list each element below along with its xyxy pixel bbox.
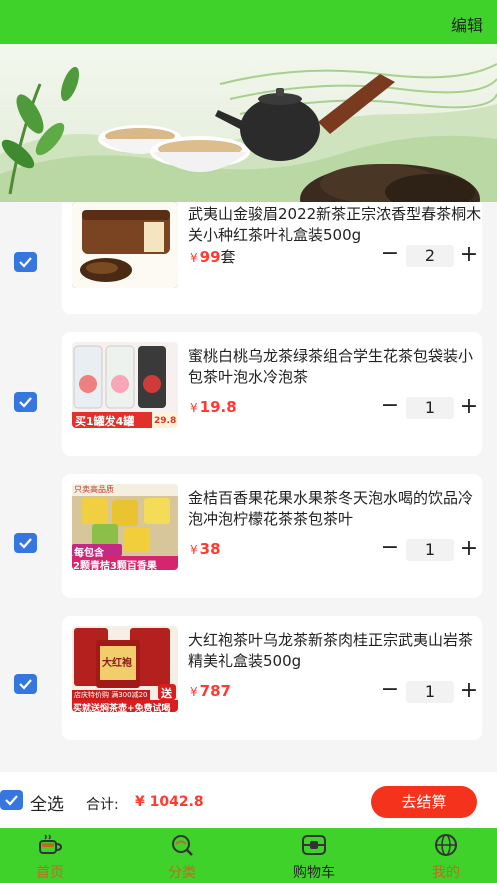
product-title[interactable]: 蜜桃白桃乌龙茶绿茶组合学生花茶包袋装小包茶叶泡水冷泡茶 — [188, 346, 483, 388]
checkmark-icon — [19, 538, 32, 549]
decrease-button[interactable]: − — [378, 679, 402, 704]
product-thumbnail[interactable]: 大红袍 店庆特价购 满300减20 送 买就送焖茶壶+免费试喝 — [72, 626, 178, 712]
search-icon — [172, 835, 193, 856]
checkmark-icon — [19, 257, 32, 268]
quantity-field[interactable]: 1 — [406, 539, 454, 561]
thumb-top-text: 只卖高品质 — [74, 485, 114, 494]
thumb-promo-text-2: 2颗青桔3颗百香果 — [73, 561, 157, 570]
tab-category[interactable]: 分类 — [132, 828, 232, 883]
globe-icon — [435, 834, 457, 856]
cart-list[interactable]: 武夷山金骏眉2022新茶正宗浓香型春茶桐木关小种红茶叶礼盒装500g ¥99套 … — [0, 202, 497, 770]
banner-image — [0, 44, 497, 202]
cart-item: 只卖高品质 每包含 2颗青桔3颗百香果 金桔百香果花果水果茶冬天泡水喝的饮品冷泡… — [0, 474, 497, 610]
quantity-stepper[interactable]: − 1 + — [378, 395, 482, 420]
decrease-button[interactable]: − — [378, 537, 402, 562]
product-price: ¥99套 — [190, 248, 236, 266]
tab-label: 首页 — [36, 865, 64, 881]
checkmark-icon — [5, 795, 18, 806]
tab-home[interactable]: 首页 — [0, 828, 100, 883]
tab-label: 我的 — [432, 865, 460, 881]
select-all-label[interactable]: 全选 — [30, 790, 64, 815]
quantity-field[interactable]: 1 — [406, 397, 454, 419]
increase-button[interactable]: + — [457, 538, 481, 562]
decrease-button[interactable]: − — [378, 395, 402, 420]
thumb-promo-text: 买1罐发4罐 — [75, 415, 135, 428]
thumb-send-text: 送 — [161, 687, 172, 700]
cart-icon — [302, 835, 326, 855]
item-checkbox[interactable] — [14, 533, 37, 553]
product-title[interactable]: 金桔百香果花果水果茶冬天泡水喝的饮品冷泡冲泡柠檬花茶茶包茶叶 — [188, 488, 483, 530]
product-title[interactable]: 大红袍茶叶乌龙茶新茶肉桂正宗武夷山岩茶 精美礼盒装500g — [188, 630, 483, 672]
total-label: 合计: — [86, 797, 119, 813]
cup-icon — [39, 834, 63, 854]
checkmark-icon — [19, 397, 32, 408]
product-price: ¥38 — [190, 540, 221, 558]
product-thumbnail[interactable]: 买1罐发4罐 29.8 — [72, 342, 178, 428]
checkout-bar: 全选 合计: ¥ 1042.8 去结算 — [0, 772, 497, 828]
quantity-stepper[interactable]: − 2 + — [378, 243, 482, 268]
total-value: ¥ 1042.8 — [135, 794, 204, 810]
quantity-stepper[interactable]: − 1 + — [378, 537, 482, 562]
quantity-field[interactable]: 1 — [406, 681, 454, 703]
cart-item: 大红袍 店庆特价购 满300减20 送 买就送焖茶壶+免费试喝 大红袍茶叶乌龙茶… — [0, 616, 497, 752]
item-checkbox[interactable] — [14, 252, 37, 272]
product-thumbnail[interactable] — [72, 202, 178, 288]
cart-item: 买1罐发4罐 29.8 蜜桃白桃乌龙茶绿茶组合学生花茶包袋装小包茶叶泡水冷泡茶 … — [0, 332, 497, 468]
select-all-checkbox[interactable] — [0, 790, 23, 810]
tab-bar: 首页 分类 购物车 我的 — [0, 828, 497, 883]
thumb-brand-text: 大红袍 — [102, 658, 132, 669]
tab-profile[interactable]: 我的 — [396, 828, 496, 883]
product-thumbnail[interactable]: 只卖高品质 每包含 2颗青桔3颗百香果 — [72, 484, 178, 570]
item-checkbox[interactable] — [14, 674, 37, 694]
product-title[interactable]: 武夷山金骏眉2022新茶正宗浓香型春茶桐木关小种红茶叶礼盒装500g — [188, 204, 483, 246]
top-bar: 编辑 — [0, 0, 497, 44]
product-price: ¥787 — [190, 682, 231, 700]
thumb-bottom-text: 买就送焖茶壶+免费试喝 — [73, 704, 171, 712]
tab-label: 购物车 — [293, 865, 335, 881]
thumb-tag-text: 店庆特价购 满300减20 — [74, 691, 148, 699]
tab-cart[interactable]: 购物车 — [264, 828, 364, 883]
cart-item: 武夷山金骏眉2022新茶正宗浓香型春茶桐木关小种红茶叶礼盒装500g ¥99套 … — [0, 202, 497, 326]
increase-button[interactable]: + — [457, 396, 481, 420]
edit-button[interactable]: 编辑 — [451, 12, 483, 36]
checkmark-icon — [19, 679, 32, 690]
checkout-button[interactable]: 去结算 — [371, 786, 477, 818]
decrease-button[interactable]: − — [378, 243, 402, 268]
quantity-field[interactable]: 2 — [406, 245, 454, 267]
quantity-stepper[interactable]: − 1 + — [378, 679, 482, 704]
thumb-price-badge: 29.8 — [154, 416, 177, 426]
increase-button[interactable]: + — [457, 680, 481, 704]
item-checkbox[interactable] — [14, 392, 37, 412]
increase-button[interactable]: + — [457, 244, 481, 268]
tab-label: 分类 — [168, 865, 196, 881]
product-price: ¥19.8 — [190, 398, 237, 416]
